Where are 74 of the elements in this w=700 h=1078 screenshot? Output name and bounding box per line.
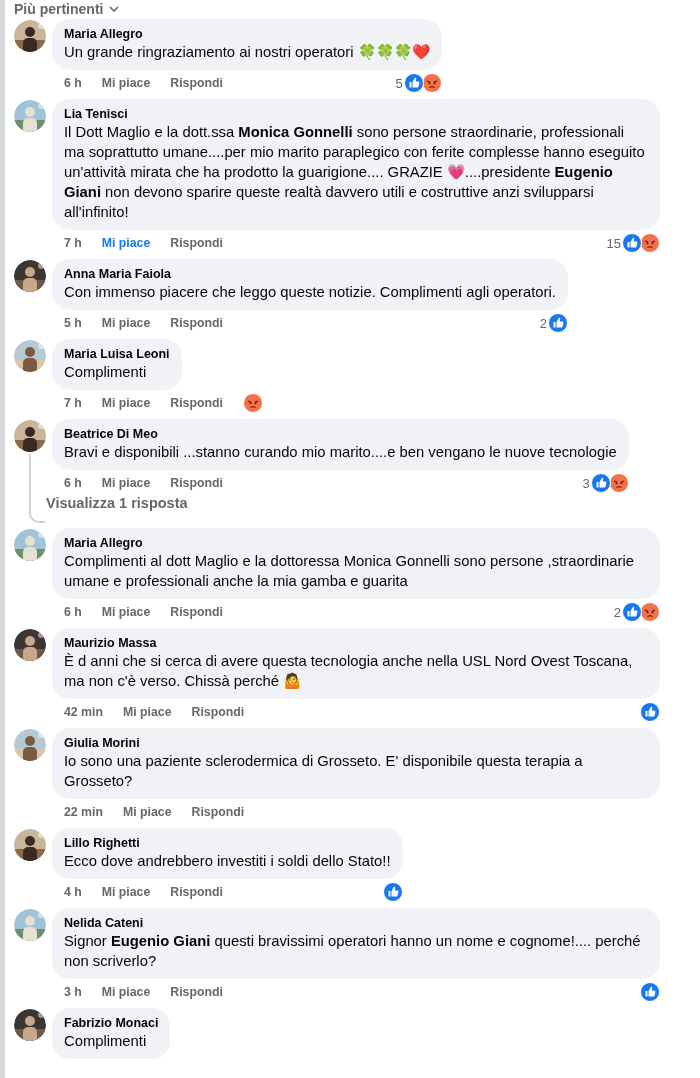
author-name[interactable]: Maurizio Massa	[64, 635, 648, 651]
timestamp[interactable]: 7 h	[64, 236, 82, 250]
author-name[interactable]: Lia Tenisci	[64, 106, 648, 122]
comment-text: Un grande ringraziamento ai nostri operatori 🍀🍀🍀❤	[64, 43, 430, 62]
like-reaction-icon[interactable]	[640, 702, 660, 722]
angry-reaction-icon[interactable]	[608, 473, 629, 493]
author-name[interactable]: Maria Allegro	[64, 26, 430, 42]
timestamp[interactable]: 22 min	[64, 805, 103, 819]
author-name[interactable]: Maria Luisa Leoni	[64, 346, 170, 362]
like-reaction-icon[interactable]	[382, 882, 403, 902]
like-reaction-icon[interactable]	[622, 233, 642, 253]
author-name[interactable]: Fabrizio Monaci	[64, 1015, 159, 1031]
comment-text: Complimenti	[64, 363, 148, 382]
author-name[interactable]: Maria Allegro	[64, 535, 648, 551]
comment-text: È d anni che si cerca di avere questa tecnologia anche nella USL Nord Ovest Toscana, ma non c'è verso. Chissà perché 🤷	[64, 652, 634, 691]
sort-menu[interactable]: Più pertinenti	[14, 1, 120, 17]
like-reaction-icon[interactable]	[640, 982, 660, 1002]
reply-button[interactable]: Rispondi	[170, 396, 223, 410]
comment-text: Complimenti	[64, 1032, 148, 1051]
reply-button[interactable]: Rispondi	[170, 236, 223, 250]
reply-button[interactable]: Rispondi	[191, 705, 245, 719]
author-name[interactable]: Nelida Cateni	[64, 915, 648, 931]
like-button[interactable]: Mi piace	[101, 476, 151, 490]
reply-button[interactable]: Rispondi	[170, 885, 223, 899]
timestamp[interactable]: 4 h	[64, 885, 82, 899]
like-button[interactable]: Mi piace	[101, 605, 151, 619]
author-name[interactable]: Anna Maria Faiola	[64, 266, 556, 282]
timestamp[interactable]: 3 h	[64, 985, 82, 999]
timestamp[interactable]: 6 h	[64, 476, 82, 490]
comment-text: Bravi e disponibili ...stanno curando mio marito....e ben vengano le nuove tecnologie	[64, 443, 617, 462]
timestamp[interactable]: 6 h	[64, 605, 82, 619]
timestamp[interactable]: 5 h	[64, 316, 82, 330]
reaction-count[interactable]: 2	[539, 315, 547, 331]
like-button[interactable]: Mi piace	[122, 805, 172, 819]
like-reaction-icon[interactable]	[622, 602, 642, 622]
reply-button[interactable]: Rispondi	[170, 316, 223, 330]
like-reaction-icon[interactable]	[547, 313, 568, 333]
reply-button[interactable]: Rispondi	[170, 985, 223, 999]
reply-button[interactable]: Rispondi	[170, 605, 223, 619]
comment-text: Io sono una paziente sclerodermica di Grosseto. E' disponibile questa terapia a Grosseto?	[64, 752, 584, 791]
like-button[interactable]: Mi piace	[101, 396, 151, 410]
like-button[interactable]: Mi piace	[101, 236, 151, 250]
reply-button[interactable]: Rispondi	[170, 476, 223, 490]
timestamp[interactable]: 42 min	[64, 705, 103, 719]
author-name[interactable]: Beatrice Di Meo	[64, 426, 617, 442]
reaction-count[interactable]: 15	[606, 235, 621, 251]
comment-text: Complimenti al dott Maglio e la dottoressa Monica Gonnelli sono persone ,straordinarie umane e professionali anche la mia gamba e guarita	[64, 552, 635, 591]
reply-button[interactable]: Rispondi	[191, 805, 245, 819]
like-button[interactable]: Mi piace	[101, 885, 151, 899]
author-name[interactable]: Lillo Righetti	[64, 835, 391, 851]
comment-text: Signor Eugenio Giani questi bravissimi operatori hanno un nome e cognome!.... perché non scriverlo?	[64, 932, 642, 971]
author-name[interactable]: Giulia Morini	[64, 735, 648, 751]
comment-text: Ecco dove andrebbero investiti i soldi dello Stato!!	[64, 852, 391, 871]
reaction-count[interactable]: 5	[395, 75, 403, 91]
timestamp[interactable]: 7 h	[64, 396, 82, 410]
like-button[interactable]: Mi piace	[101, 316, 151, 330]
like-button[interactable]: Mi piace	[122, 705, 172, 719]
caret-icon	[109, 6, 120, 12]
reaction-count[interactable]: 2	[613, 604, 621, 620]
like-button[interactable]: Mi piace	[101, 76, 151, 90]
reply-button[interactable]: Rispondi	[170, 76, 223, 90]
comment-text: Il Dott Maglio e la dott.ssa Monica Gonnelli sono persone straordinarie, professionali ma soprattutto umane....per mio marito paraplegico con ferite complesse hanno eseguito un'attività mirata che ha prodotto la guarigione.... GRAZIE 💗....presidente Eugenio Giani non devono sparire queste realtà davvero utili e costruttive anzi svilupparsi all'infinito!	[64, 123, 646, 222]
thread-line	[29, 454, 45, 523]
reaction-count[interactable]: 3	[582, 475, 590, 491]
angry-reaction-icon[interactable]	[421, 73, 442, 93]
like-reaction-icon[interactable]	[590, 473, 611, 493]
like-reaction-icon[interactable]	[403, 73, 424, 93]
comment-text: Con immenso piacere che leggo queste notizie. Complimenti agli operatori.	[64, 283, 556, 302]
view-replies-link[interactable]: Visualizza 1 risposta	[46, 495, 188, 511]
timestamp[interactable]: 6 h	[64, 76, 82, 90]
like-button[interactable]: Mi piace	[101, 985, 151, 999]
angry-reaction-icon[interactable]	[640, 602, 660, 622]
angry-reaction-icon[interactable]	[242, 393, 263, 413]
angry-reaction-icon[interactable]	[640, 233, 660, 253]
